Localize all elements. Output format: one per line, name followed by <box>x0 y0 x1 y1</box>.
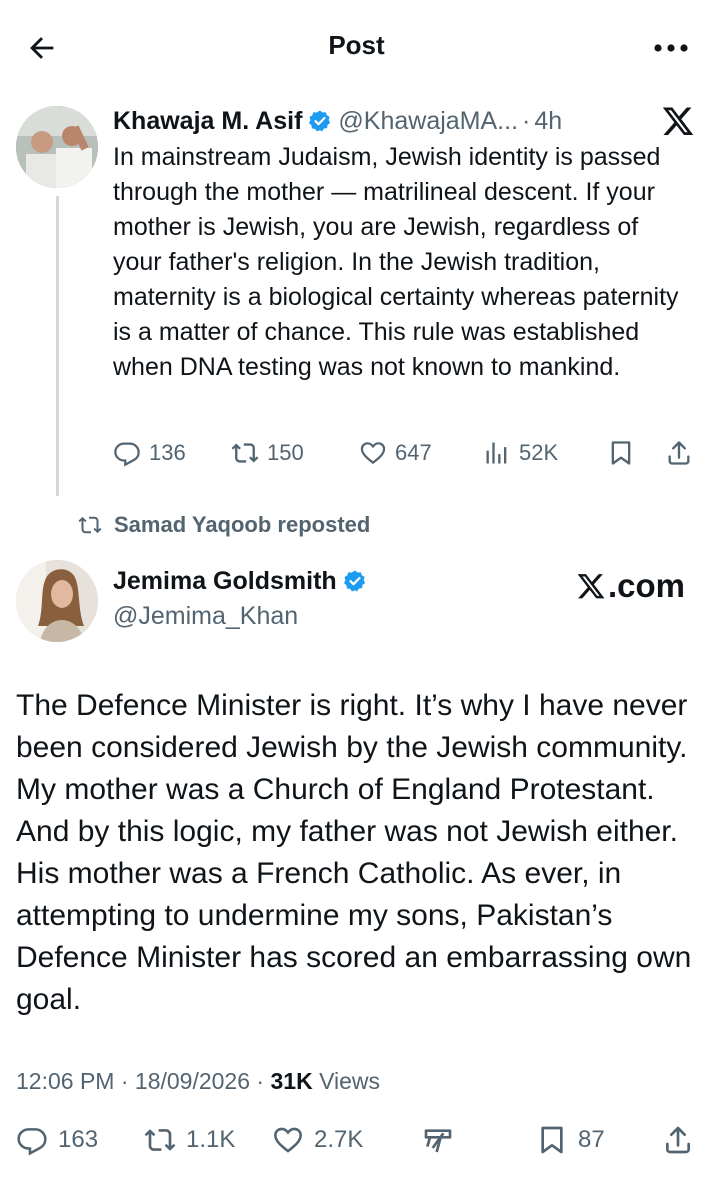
watermark-text: .com <box>607 567 685 604</box>
repost-count: 1.1K <box>186 1126 236 1153</box>
parent-post[interactable]: Khawaja M. Asif @KhawajaMA... · 4h In ma… <box>0 96 713 496</box>
repost-notice[interactable]: Samad Yaqoob reposted <box>78 512 370 538</box>
avatar[interactable] <box>16 560 98 642</box>
more-icon <box>654 44 688 52</box>
repost-button[interactable]: 1.1K <box>144 1120 235 1160</box>
repost-button[interactable]: 150 <box>231 433 304 473</box>
repost-count: 150 <box>267 440 304 465</box>
like-button[interactable]: 2.7K <box>272 1120 363 1160</box>
thread-line <box>56 196 59 496</box>
page-title: Post <box>328 30 385 60</box>
repost-notice-text: Samad Yaqoob reposted <box>114 512 371 537</box>
grok-button[interactable] <box>422 1120 464 1160</box>
post-meta: 12:06 PM · 18/09/2026 · 31K Views <box>16 1066 380 1096</box>
bookmark-icon <box>541 1126 563 1154</box>
avatar[interactable] <box>16 106 98 188</box>
bookmark-icon <box>611 441 631 465</box>
like-button[interactable]: 647 <box>359 433 432 473</box>
views-count: 31K <box>270 1068 313 1094</box>
avatar-photo <box>16 560 98 642</box>
separator-dot: · <box>522 107 531 135</box>
share-button[interactable] <box>662 1120 704 1160</box>
grok-icon <box>424 1129 452 1153</box>
separator-dot: · <box>120 1068 129 1094</box>
x-com-watermark: .com <box>576 568 685 604</box>
reply-count: 163 <box>58 1126 99 1153</box>
like-icon <box>274 1127 302 1153</box>
post-text: In mainstream Judaism, Jewish identity i… <box>113 143 679 381</box>
reply-icon <box>17 1128 47 1156</box>
post-time[interactable]: 12:06 PM <box>16 1068 114 1094</box>
main-action-bar: 163 1.1K 2.7K 87 <box>16 1120 706 1164</box>
x-logo-icon <box>662 107 694 136</box>
reply-button[interactable]: 163 <box>16 1120 98 1160</box>
verified-badge-icon <box>343 570 365 592</box>
views-count: 52K <box>519 440 559 465</box>
share-icon <box>666 1126 690 1154</box>
repost-icon <box>144 1129 176 1151</box>
parent-post-header: Khawaja M. Asif @KhawajaMA... · 4h <box>113 106 562 136</box>
share-button[interactable] <box>665 433 701 473</box>
views-label: Views <box>319 1068 381 1094</box>
views-button[interactable]: 52K <box>483 433 558 473</box>
share-icon <box>668 441 690 465</box>
author-name[interactable]: Khawaja M. Asif <box>113 106 302 136</box>
post-text: The Defence Minister is right. It’s why … <box>16 689 692 1016</box>
author-name-text: Jemima Goldsmith <box>113 567 337 595</box>
author-handle[interactable]: @Jemima_Khan <box>113 601 298 631</box>
top-bar: Post <box>0 0 713 96</box>
like-count: 647 <box>395 440 432 465</box>
views-icon <box>486 442 507 464</box>
author-name[interactable]: Jemima Goldsmith <box>113 566 373 596</box>
reply-icon <box>114 442 140 467</box>
separator-dot: · <box>256 1068 265 1094</box>
repost-icon <box>78 516 102 534</box>
post-date[interactable]: 18/09/2026 <box>135 1068 250 1094</box>
post-time[interactable]: 4h <box>534 106 562 136</box>
bookmark-button[interactable] <box>607 433 643 473</box>
like-icon <box>360 442 386 465</box>
like-count: 2.7K <box>314 1126 364 1153</box>
parent-action-bar: 136 150 647 52K <box>113 433 703 473</box>
more-button[interactable] <box>649 30 693 66</box>
reply-count: 136 <box>149 440 186 465</box>
bookmark-count: 87 <box>578 1126 605 1153</box>
bookmark-button[interactable]: 87 <box>536 1120 605 1160</box>
avatar-photo <box>16 106 98 188</box>
author-handle[interactable]: @KhawajaMA... <box>338 106 518 136</box>
x-logo-icon <box>577 574 605 599</box>
repost-icon <box>231 443 259 463</box>
reply-button[interactable]: 136 <box>113 433 186 473</box>
verified-badge-icon <box>309 110 331 132</box>
